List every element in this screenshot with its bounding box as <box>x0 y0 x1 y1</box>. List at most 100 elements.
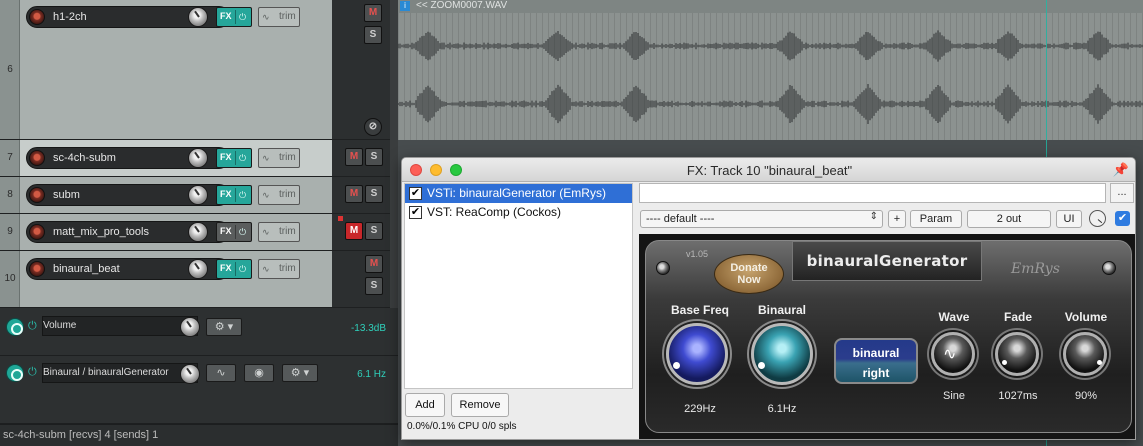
automation-trim-button[interactable]: ∿ trim <box>258 7 300 27</box>
solo-button[interactable]: S <box>365 277 383 295</box>
automation-trim-button[interactable]: ∿ trim <box>258 148 300 168</box>
volume-knob[interactable] <box>188 222 208 242</box>
track-number: 6 <box>7 64 13 75</box>
fx-button[interactable]: FX ⏻ <box>216 259 252 279</box>
solo-button[interactable]: S <box>365 148 383 166</box>
track-9[interactable]: 9 matt_mix_pro_tools FX ⏻ ∿ trim M S <box>0 214 390 251</box>
preset-select[interactable]: ---- default ---- ⇕ <box>640 210 883 228</box>
track-name: binaural_beat <box>53 263 120 275</box>
emrys-logo: EmRys <box>1011 261 1060 277</box>
fade-label: Fade <box>1003 310 1032 324</box>
wet-dry-knob[interactable] <box>1089 210 1106 227</box>
mute-button[interactable]: M <box>345 185 363 203</box>
volume-envelope-lane[interactable]: ⏻ Volume ⚙ ▾ -13.3dB <box>0 308 398 356</box>
track-name: h1-2ch <box>53 11 87 23</box>
binaural-value: 6.1Hz <box>767 403 797 415</box>
wave-value: Sine <box>942 390 966 402</box>
solo-button[interactable]: S <box>365 222 383 240</box>
track-number: 8 <box>7 189 13 200</box>
fx-button[interactable]: FX ⏻ <box>216 7 252 27</box>
track-h1-2ch[interactable]: h1-2ch FX ⏻ ∿ trim M S ⊘ 6 <box>0 0 390 140</box>
solo-button[interactable]: S <box>364 26 382 44</box>
chevron-updown-icon: ⇕ <box>869 211 878 222</box>
record-arm-icon[interactable] <box>29 224 45 240</box>
envelope-icon: ∿ <box>262 227 270 237</box>
fx-button[interactable]: FX ⏻ <box>216 148 252 168</box>
mute-button[interactable]: M <box>345 148 363 166</box>
fx-chain-window: FX: Track 10 "binaural_beat" 📌 ✔ VSTi: b… <box>401 157 1136 440</box>
io-pins-button[interactable]: 2 out <box>967 210 1051 228</box>
fade-value: 1027ms <box>998 390 1038 402</box>
fx-enable-checkbox[interactable]: ✔ <box>409 206 422 219</box>
ui-toggle-button[interactable]: UI <box>1056 210 1082 228</box>
binaural-mode-button[interactable]: binaural right <box>834 338 918 384</box>
track-8[interactable]: 8 subm FX ⏻ ∿ trim M S <box>0 177 390 214</box>
envelope-shape-button[interactable]: ∿ <box>206 364 236 382</box>
track-name: sc-4ch-subm <box>53 152 116 164</box>
envelope-toggle-icon[interactable] <box>6 318 24 336</box>
remove-fx-button[interactable]: Remove <box>451 393 509 417</box>
mute-button[interactable]: M <box>364 4 382 22</box>
param-button[interactable]: Param <box>910 210 962 228</box>
waveform-channel-1 <box>398 30 1143 62</box>
volume-knob[interactable] <box>188 185 208 205</box>
screw-icon <box>1102 261 1116 275</box>
donate-button[interactable]: Donate Now <box>714 254 784 294</box>
fx-chain-list[interactable]: ✔ VSTi: binauralGenerator (EmRys) ✔ VST:… <box>404 183 633 389</box>
info-icon[interactable]: i <box>400 1 410 11</box>
add-preset-button[interactable]: + <box>888 210 906 228</box>
mute-button[interactable]: M <box>345 222 363 240</box>
power-icon: ⏻ <box>235 225 249 239</box>
pin-icon[interactable]: 📌 <box>1113 162 1129 178</box>
record-arm-icon[interactable] <box>29 150 45 166</box>
window-title-bar[interactable]: FX: Track 10 "binaural_beat" 📌 <box>402 158 1135 182</box>
fx-button[interactable]: FX ⏻ <box>216 222 252 242</box>
fx-enable-checkbox[interactable]: ✔ <box>409 187 422 200</box>
track-7[interactable]: 7 sc-4ch-subm FX ⏻ ∿ trim M S <box>0 140 390 177</box>
record-arm-icon[interactable] <box>29 261 45 277</box>
envelope-knob[interactable] <box>180 317 200 337</box>
add-fx-button[interactable]: Add <box>405 393 445 417</box>
envelope-knob[interactable] <box>180 364 200 384</box>
volume-label: Volume <box>1064 310 1108 324</box>
track-10[interactable]: 10 binaural_beat FX ⏻ ∿ trim M S <box>0 251 390 308</box>
wave-knob[interactable]: ∿ <box>931 332 975 376</box>
envelope-toggle-icon[interactable] <box>6 364 24 382</box>
fx-bypass-checkbox[interactable]: ✔ <box>1115 211 1130 226</box>
solo-button[interactable]: S <box>365 185 383 203</box>
volume-knob[interactable] <box>1063 332 1107 376</box>
mute-button[interactable]: M <box>365 255 383 273</box>
record-arm-icon[interactable] <box>29 187 45 203</box>
power-icon[interactable]: ⏻ <box>28 320 37 333</box>
volume-knob[interactable] <box>188 259 208 279</box>
power-icon[interactable]: ⏻ <box>28 366 37 379</box>
track-name: subm <box>53 189 80 201</box>
media-item[interactable]: i << ZOOM0007.WAV <box>398 0 1143 140</box>
power-icon: ⏻ <box>235 10 249 24</box>
track-number: 9 <box>7 226 13 237</box>
binaural-knob[interactable] <box>751 323 813 385</box>
fx-button[interactable]: FX ⏻ <box>216 185 252 205</box>
volume-knob[interactable] <box>188 7 208 27</box>
fade-knob[interactable] <box>995 332 1039 376</box>
plugin-title: binauralGenerator <box>792 241 982 281</box>
fx-list-item[interactable]: ✔ VSTi: binauralGenerator (EmRys) <box>405 184 632 203</box>
volume-knob[interactable] <box>188 148 208 168</box>
fx-preset-name-field[interactable] <box>639 183 1106 203</box>
phase-invert-button[interactable]: ⊘ <box>364 118 382 136</box>
plugin-panel: v1.05 Donate Now binauralGenerator EmRys… <box>645 240 1132 433</box>
binaural-envelope-lane[interactable]: ⏻ Binaural / binauralGenerator ∿ ◉ ⚙ ▾ 6… <box>0 356 398 424</box>
base-freq-knob[interactable] <box>666 323 728 385</box>
envelope-name: Volume <box>42 316 198 336</box>
automation-trim-button[interactable]: ∿ trim <box>258 222 300 242</box>
envelope-record-button[interactable]: ◉ <box>244 364 274 382</box>
record-arm-icon[interactable] <box>29 9 45 25</box>
send-indicator <box>338 216 343 221</box>
automation-trim-button[interactable]: ∿ trim <box>258 185 300 205</box>
more-options-button[interactable]: ... <box>1110 183 1134 203</box>
fx-list-item[interactable]: ✔ VST: ReaComp (Cockos) <box>405 203 632 222</box>
envelope-settings-button[interactable]: ⚙ ▾ <box>206 318 242 336</box>
automation-trim-button[interactable]: ∿ trim <box>258 259 300 279</box>
plugin-gui: v1.05 Donate Now binauralGenerator EmRys… <box>639 234 1135 439</box>
envelope-settings-button[interactable]: ⚙ ▾ <box>282 364 318 382</box>
